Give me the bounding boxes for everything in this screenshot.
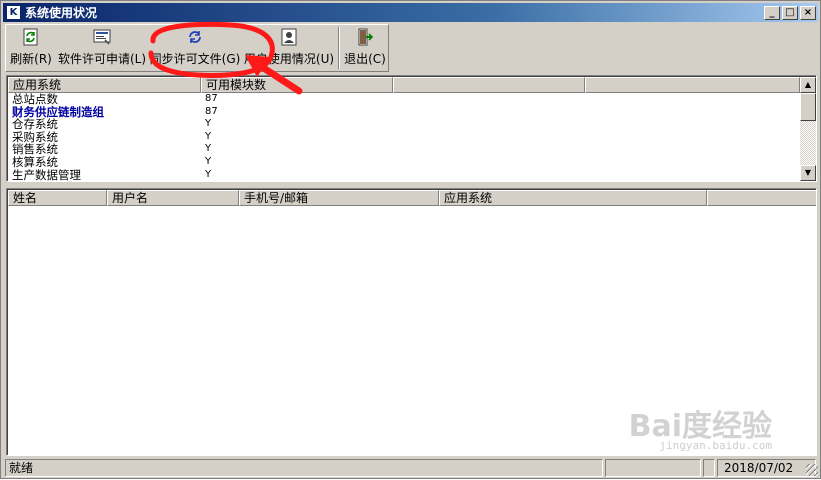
refresh-button[interactable]: 刷新(R) [6, 25, 56, 71]
cell-app-system: 总站点数 [12, 92, 58, 106]
baidu-watermark-url: jingyan.baidu.com [659, 439, 772, 452]
license-request-button[interactable]: 软件许可申请(L) [56, 25, 148, 71]
window-controls: _ □ × [764, 5, 816, 20]
modules-grid-header: 应用系统 可用模块数 [8, 77, 800, 93]
minimize-button[interactable]: _ [764, 5, 780, 20]
window-title: 系统使用状况 [25, 6, 98, 20]
cell-app-system: 仓存系统 [12, 117, 58, 132]
cell-app-system: 生产数据管理 [12, 167, 81, 182]
user-usage-icon [281, 28, 297, 46]
status-pane-2 [605, 459, 701, 477]
table-row[interactable]: 生产数据管理 Y [8, 167, 218, 182]
app-logo-icon: K [6, 5, 21, 20]
maximize-button[interactable]: □ [782, 5, 798, 20]
refresh-icon [23, 28, 38, 46]
cell-module-count: Y [205, 143, 212, 155]
sync-license-button[interactable]: 同步许可文件(G) [148, 25, 242, 71]
scroll-up-button[interactable]: ▲ [800, 77, 816, 93]
cell-module-count: Y [205, 118, 212, 130]
modules-grid[interactable]: 应用系统 可用模块数 总站点数 87 财务供应链制造组 87 仓存系统 Y 采购… [6, 75, 817, 182]
user-usage-button[interactable]: 用户使用情况(U) [242, 25, 336, 71]
modules-grid-rows: 总站点数 87 财务供应链制造组 87 仓存系统 Y 采购系统 Y 销售系统 Y… [8, 93, 218, 181]
cell-module-count: 87 [205, 93, 218, 104]
cell-module-count: Y [205, 155, 212, 167]
status-text: 就绪 [5, 459, 603, 477]
user-usage-button-label: 用户使用情况(U) [243, 52, 335, 66]
column-header-blank[interactable] [707, 190, 816, 206]
status-date: 2018/07/02 [717, 459, 816, 477]
scroll-down-button[interactable]: ▼ [800, 165, 816, 181]
column-header-phone-email[interactable]: 手机号/邮箱 [239, 190, 439, 206]
cell-app-system: 核算系统 [12, 154, 58, 169]
cell-module-count: Y [205, 130, 212, 142]
column-header-app-system[interactable]: 应用系统 [8, 77, 201, 93]
exit-icon [358, 28, 374, 46]
column-header-blank-2[interactable] [585, 77, 800, 93]
status-bar: 就绪 2018/07/02 [5, 459, 818, 477]
column-header-username[interactable]: 用户名 [107, 190, 239, 206]
modules-vertical-scrollbar[interactable]: ▲ ▼ [800, 77, 816, 181]
table-row[interactable]: 仓存系统 Y [8, 118, 218, 131]
license-request-icon [93, 29, 111, 45]
toolbar: 刷新(R) 软件许可申请(L) 同步许可文件(G) 用户使用情况(U) 退出(C… [5, 24, 389, 72]
app-window: K 系统使用状况 _ □ × 刷新(R) 软件许可申请(L) 同步许可文件(G)… [0, 0, 821, 479]
users-grid-header: 姓名 用户名 手机号/邮箱 应用系统 [8, 190, 816, 206]
sync-license-button-label: 同步许可文件(G) [149, 52, 241, 66]
column-header-module-count[interactable]: 可用模块数 [201, 77, 393, 93]
cell-module-count: 87 [205, 105, 218, 117]
exit-button-label: 退出(C) [344, 52, 386, 66]
column-header-app-system[interactable]: 应用系统 [439, 190, 707, 206]
refresh-button-label: 刷新(R) [10, 52, 52, 66]
resize-grip-icon[interactable] [806, 464, 818, 476]
table-row[interactable]: 核算系统 Y [8, 156, 218, 169]
table-row[interactable]: 总站点数 87 [8, 93, 218, 106]
status-pane-3 [703, 459, 715, 477]
close-button[interactable]: × [800, 5, 816, 20]
cell-module-count: Y [205, 168, 212, 180]
toolbar-separator [338, 27, 340, 69]
sync-license-icon [189, 31, 201, 43]
license-request-button-label: 软件许可申请(L) [57, 52, 147, 66]
column-header-name[interactable]: 姓名 [8, 190, 107, 206]
scroll-thumb[interactable] [800, 93, 816, 121]
column-header-blank-1[interactable] [393, 77, 585, 93]
exit-button[interactable]: 退出(C) [342, 25, 388, 71]
title-bar[interactable]: K 系统使用状况 _ □ × [3, 3, 818, 22]
